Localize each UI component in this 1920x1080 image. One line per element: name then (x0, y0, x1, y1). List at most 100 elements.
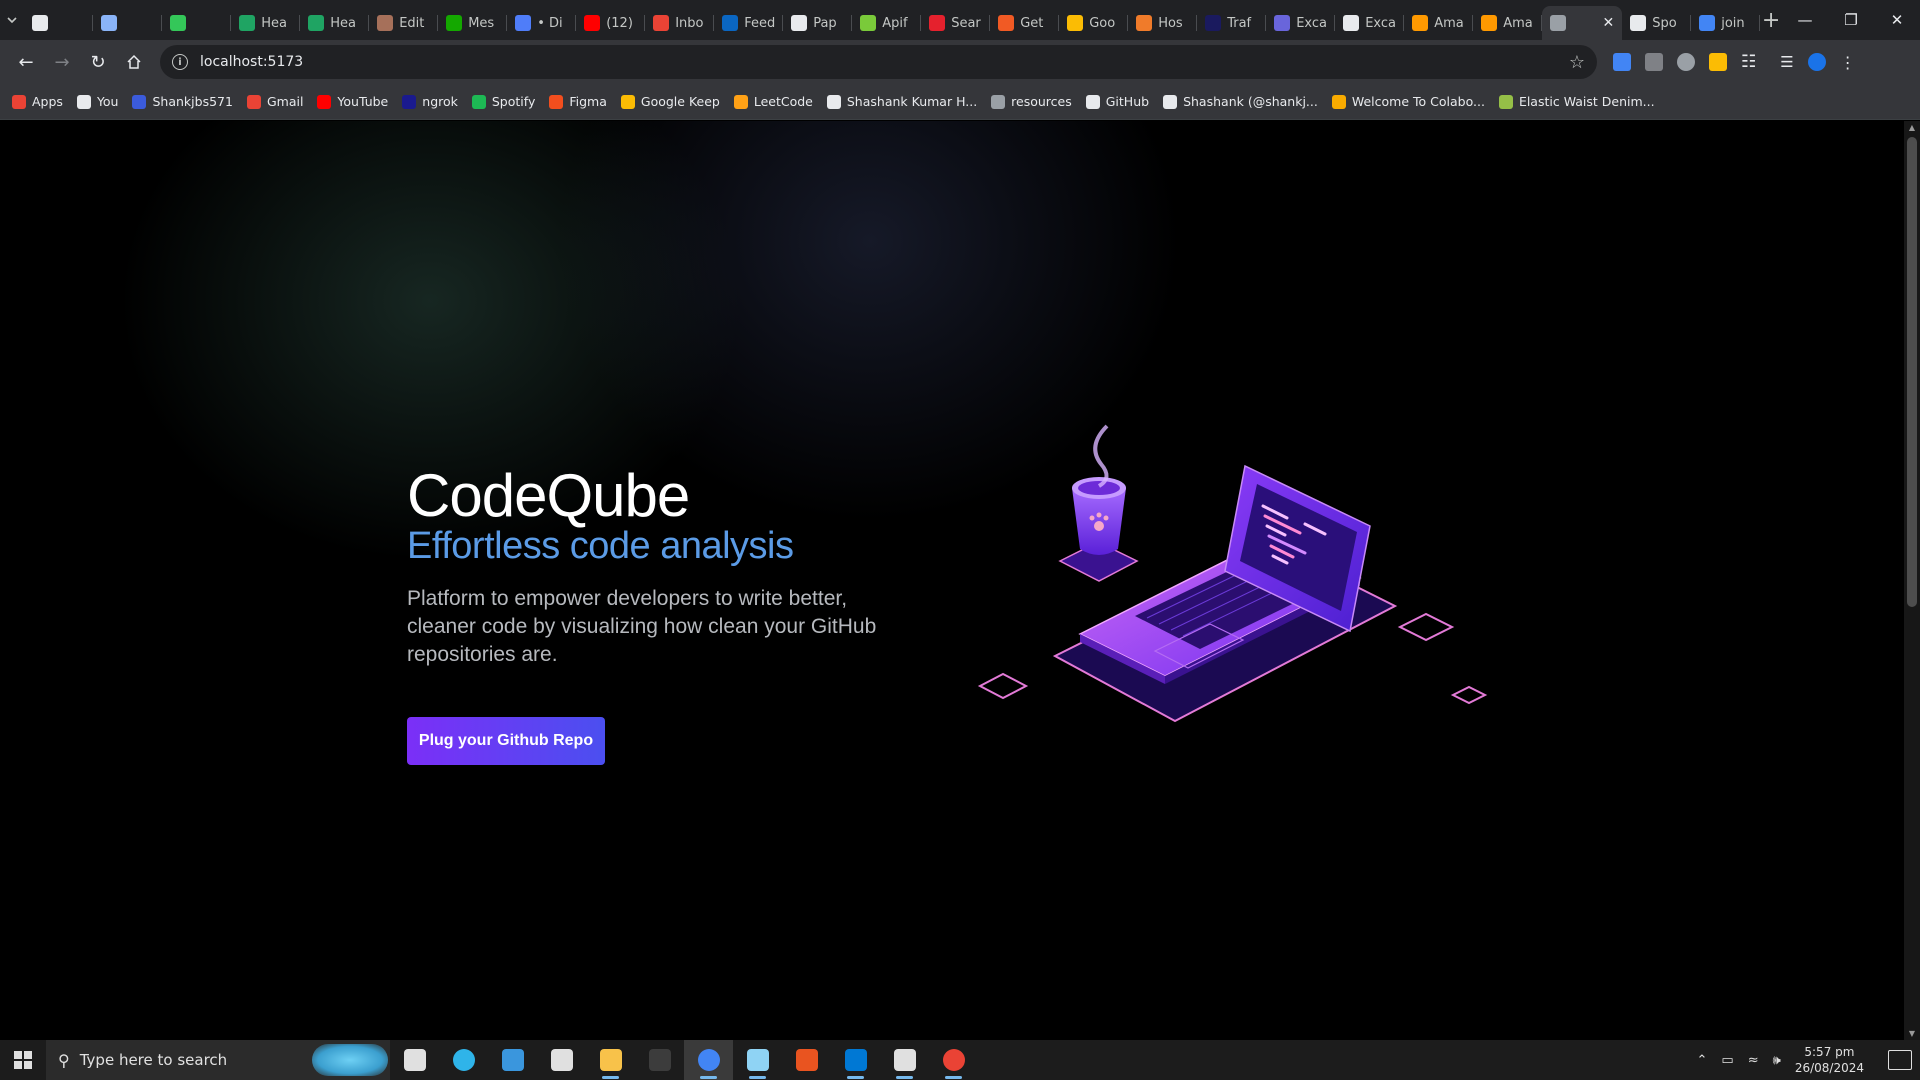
browser-tab[interactable]: Spo (1622, 6, 1692, 40)
browser-tab[interactable]: Pap (783, 6, 853, 40)
browser-tab[interactable]: Ama (1404, 6, 1474, 40)
tab-title: Pap (813, 15, 837, 31)
tab-title: join (1721, 15, 1745, 31)
browser-tab[interactable]: Hea (231, 6, 301, 40)
forward-button[interactable]: → (44, 44, 80, 80)
browser-tab[interactable]: Feed (714, 6, 784, 40)
taskbar-ubuntu-button[interactable] (782, 1040, 831, 1080)
ubuntu-icon (795, 1049, 818, 1071)
bookmark-favicon-icon (132, 94, 147, 109)
bookmark-item[interactable]: Shashank Kumar H... (826, 94, 977, 109)
taskbar-store-button[interactable] (488, 1040, 537, 1080)
browser-tab[interactable]: join (1691, 6, 1761, 40)
bookmark-item[interactable]: Gmail (246, 94, 303, 109)
bookmark-star-icon[interactable]: ☆ (1569, 52, 1585, 73)
start-button[interactable] (0, 1040, 46, 1080)
taskbar-vscode-button[interactable] (831, 1040, 880, 1080)
new-tab-button[interactable]: + (1760, 0, 1782, 40)
browser-tab[interactable]: Exca (1266, 6, 1336, 40)
taskbar-inkscape-button[interactable] (880, 1040, 929, 1080)
bookmark-item[interactable]: LeetCode (733, 94, 813, 109)
tab-favicon-icon (722, 15, 739, 31)
media-controls-icon[interactable]: ☰ (1780, 53, 1793, 71)
profile-avatar[interactable] (1807, 53, 1826, 71)
wifi-icon[interactable]: ≈ (1748, 1053, 1759, 1068)
taskbar-task-view-button[interactable] (390, 1040, 439, 1080)
browser-tab[interactable]: Exca (1335, 6, 1405, 40)
bookmark-item[interactable]: Welcome To Colabo... (1331, 94, 1485, 109)
tab-favicon-icon (653, 15, 670, 31)
taskbar-search-box[interactable]: ⚲ Type here to search (46, 1040, 390, 1080)
taskbar-notepad-button[interactable] (733, 1040, 782, 1080)
bookmark-item[interactable]: Elastic Waist Denim... (1498, 94, 1655, 109)
chevron-up-icon[interactable]: ⌃ (1697, 1053, 1708, 1068)
address-bar[interactable]: i localhost:5173 ☆ (160, 45, 1597, 79)
bookmark-item[interactable]: YouTube (317, 94, 388, 109)
extension-icon[interactable] (1645, 53, 1663, 71)
bookmark-item[interactable]: Shankjbs571 (132, 94, 233, 109)
browser-tab[interactable]: Sear (921, 6, 991, 40)
browser-tab[interactable]: Get (990, 6, 1060, 40)
back-button[interactable]: ← (8, 44, 44, 80)
tab-title: Hea (330, 15, 356, 31)
battery-icon[interactable]: ▭ (1721, 1053, 1733, 1068)
tab-favicon-icon (308, 15, 325, 31)
browser-tab[interactable]: Edit (369, 6, 439, 40)
bookmark-item[interactable]: Apps (12, 94, 63, 109)
taskbar-terminal-button[interactable] (635, 1040, 684, 1080)
chrome-menu-icon[interactable]: ⋮ (1840, 53, 1856, 72)
tab-title: Ama (1434, 15, 1464, 31)
bookmark-item[interactable]: ngrok (402, 94, 458, 109)
close-tab-icon[interactable]: ✕ (1602, 15, 1614, 31)
bookmark-item[interactable]: Shashank (@shankj... (1163, 94, 1318, 109)
browser-tab[interactable]: ✕ (1542, 6, 1623, 40)
taskbar-file-explorer-button[interactable] (586, 1040, 635, 1080)
scroll-down-icon[interactable]: ▼ (1904, 1029, 1920, 1038)
plug-github-repo-button[interactable]: Plug your Github Repo (407, 717, 605, 765)
close-window-button[interactable]: ✕ (1874, 0, 1920, 40)
site-info-icon[interactable]: i (172, 54, 188, 70)
bookmark-item[interactable]: Spotify (471, 94, 535, 109)
minimize-button[interactable]: — (1782, 0, 1828, 40)
page-scrollbar[interactable]: ▲ ▼ (1904, 121, 1920, 1040)
clock[interactable]: 5:57 pm 26/08/2024 (1795, 1044, 1864, 1076)
browser-tab[interactable]: Apif (852, 6, 922, 40)
notifications-icon[interactable] (1888, 1050, 1912, 1070)
scroll-up-icon[interactable]: ▲ (1904, 123, 1920, 132)
browser-tab[interactable]: Hea (300, 6, 370, 40)
address-url[interactable]: localhost:5173 (200, 54, 303, 70)
browser-tab[interactable]: (12) (576, 6, 646, 40)
taskbar-chrome-canary-button[interactable] (929, 1040, 978, 1080)
scrollbar-thumb[interactable] (1907, 137, 1917, 607)
browser-tab[interactable]: • Di (507, 6, 577, 40)
bookmark-item[interactable]: resources (991, 94, 1072, 109)
taskbar-mail-button[interactable] (537, 1040, 586, 1080)
camera-extension-icon[interactable] (1677, 53, 1695, 71)
browser-tab[interactable] (93, 6, 163, 40)
keep-extension-icon[interactable] (1709, 53, 1727, 71)
browser-tab[interactable]: Traf (1197, 6, 1267, 40)
taskbar-chrome-button[interactable] (684, 1040, 733, 1080)
browser-tab[interactable]: Inbo (645, 6, 715, 40)
bookmark-item[interactable]: GitHub (1085, 94, 1149, 109)
bookmark-item[interactable]: You (76, 94, 119, 109)
tab-search-button[interactable] (0, 0, 24, 40)
reload-button[interactable]: ↻ (80, 44, 116, 80)
browser-tab[interactable]: Hos (1128, 6, 1198, 40)
browser-tab[interactable]: Ama (1473, 6, 1543, 40)
extensions-puzzle-icon[interactable]: ☷ (1741, 52, 1756, 72)
volume-icon[interactable]: 🕪 (1773, 1053, 1781, 1068)
browser-tab[interactable] (24, 6, 94, 40)
bookmark-item[interactable]: Google Keep (620, 94, 720, 109)
bookmark-item[interactable]: Figma (549, 94, 607, 109)
restore-button[interactable]: ❐ (1828, 0, 1874, 40)
translate-extension-icon[interactable] (1613, 53, 1631, 71)
bookmark-label: You (96, 94, 119, 109)
browser-tab[interactable] (162, 6, 232, 40)
home-button[interactable] (116, 44, 152, 80)
taskbar-edge-button[interactable] (439, 1040, 488, 1080)
tab-title: (12) (606, 15, 633, 31)
inkscape-icon (893, 1049, 916, 1071)
browser-tab[interactable]: Goo (1059, 6, 1129, 40)
browser-tab[interactable]: Mes (438, 6, 508, 40)
